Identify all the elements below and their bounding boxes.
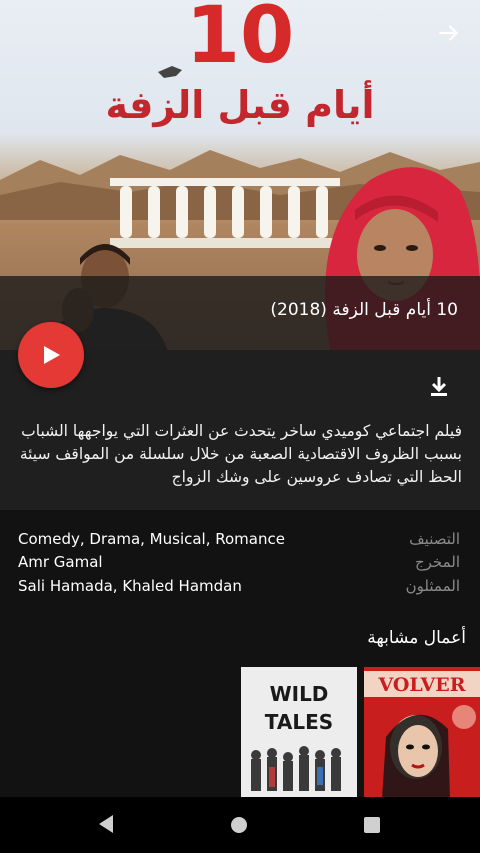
- cast-value: Sali Hamada, Khaled Hamdan: [18, 577, 242, 595]
- nav-home-button[interactable]: [230, 816, 248, 838]
- back-button[interactable]: [436, 20, 462, 46]
- system-navigation-bar: [0, 797, 480, 853]
- movie-title: 10 أيام قبل الزفة (2018): [270, 300, 458, 320]
- similar-poster-wild-tales[interactable]: WILD TALES: [241, 667, 357, 799]
- volver-title-art: VOLVER: [377, 674, 465, 696]
- nav-recents-button[interactable]: [363, 816, 381, 838]
- home-circle-icon: [231, 817, 247, 833]
- recents-square-icon: [364, 817, 380, 833]
- similar-works-heading: أعمال مشابهة: [367, 628, 466, 648]
- meta-row-genre: Comedy, Drama, Musical, Romance التصنيف: [0, 530, 480, 554]
- nav-back-button[interactable]: [96, 813, 116, 839]
- wild-title-art: WILD: [270, 682, 329, 706]
- movie-description: فيلم اجتماعي كوميدي ساخر يتحدث عن العثرا…: [19, 422, 462, 486]
- genre-value: Comedy, Drama, Musical, Romance: [18, 530, 285, 548]
- download-icon: [431, 377, 447, 396]
- genre-label: التصنيف: [409, 530, 460, 548]
- wild-tales-poster-art: WILD TALES: [241, 667, 357, 799]
- cast-label: الممثلون: [405, 577, 460, 595]
- arrow-right-icon: [439, 25, 459, 41]
- poster-title-art: 10 أيام قبل الزفة: [105, 0, 374, 128]
- back-triangle-icon: [99, 815, 113, 833]
- poster-title-arabic-art: أيام قبل الزفة: [105, 80, 374, 128]
- volver-poster-art: VOLVER: [364, 667, 480, 799]
- meta-row-director: Amr Gamal المخرج: [0, 553, 480, 577]
- poster-number-art: 10: [186, 0, 295, 81]
- similar-poster-volver[interactable]: VOLVER: [364, 667, 480, 799]
- director-label: المخرج: [414, 553, 460, 571]
- download-button[interactable]: [427, 374, 451, 398]
- play-icon: [44, 346, 60, 364]
- play-button[interactable]: [18, 322, 84, 388]
- director-value: Amr Gamal: [18, 553, 103, 571]
- tales-title-art: TALES: [265, 710, 333, 734]
- bird-icon: [158, 66, 182, 78]
- meta-row-cast: Sali Hamada, Khaled Hamdan الممثلون: [0, 577, 480, 601]
